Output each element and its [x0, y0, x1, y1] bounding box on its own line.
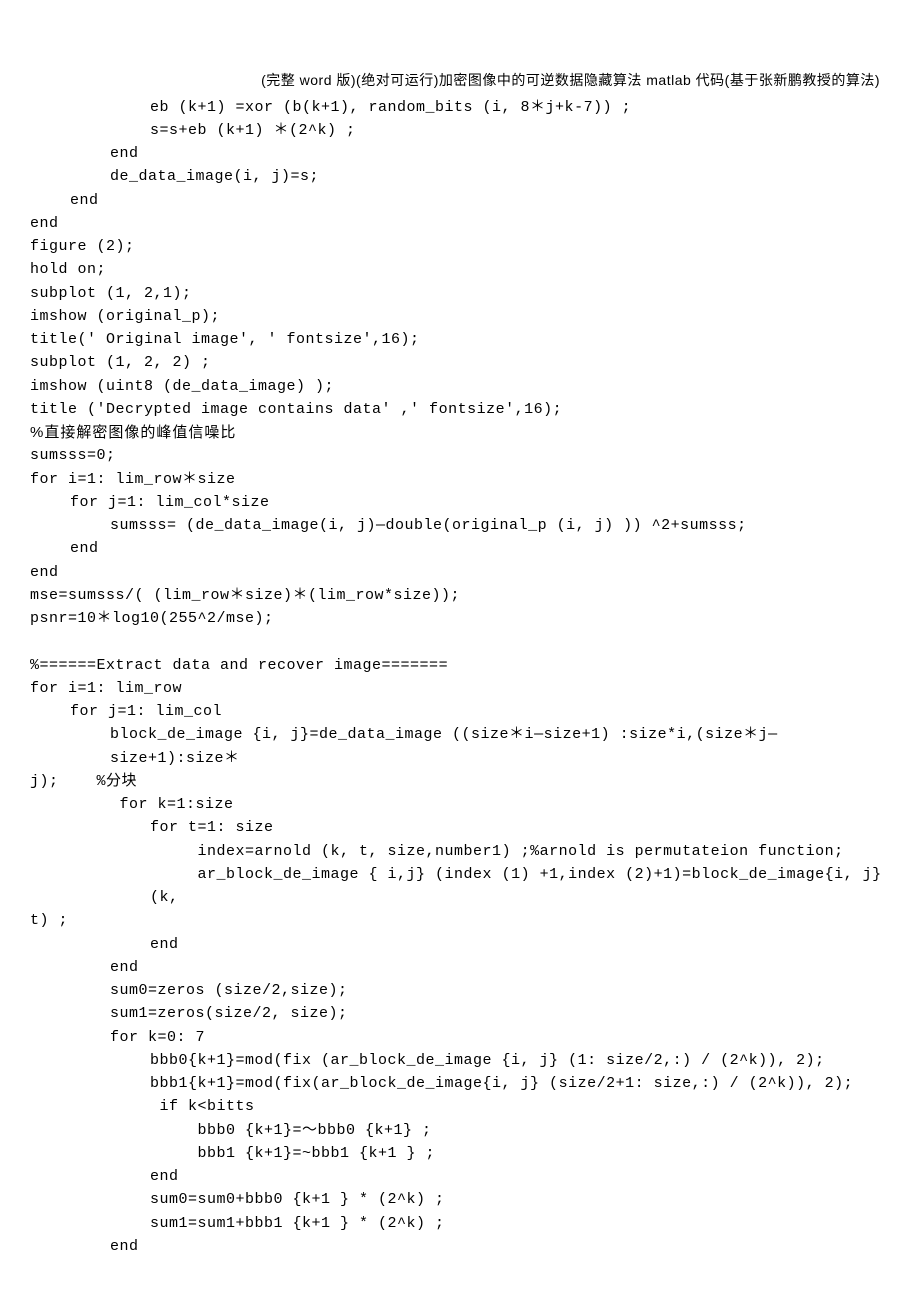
code-line: sum0=sum0+bbb0 {k+1 } * (2^k) ;	[30, 1188, 890, 1211]
code-line: sum1=zeros(size/2, size);	[30, 1002, 890, 1025]
code-line: sumsss= (de_data_image(i, j)—double(orig…	[30, 514, 890, 537]
code-line: if k<bitts	[30, 1095, 890, 1118]
code-line: mse=sumsss/( (lim_row＊size)＊(lim_row*siz…	[30, 584, 890, 607]
code-line: title ('Decrypted image contains data' ,…	[30, 398, 890, 421]
document-header: (完整 word 版)(绝对可运行)加密图像中的可逆数据隐藏算法 matlab …	[30, 70, 890, 92]
code-line: end	[30, 956, 890, 979]
code-line: psnr=10＊log10(255^2/mse);	[30, 607, 890, 630]
code-line: s=s+eb (k+1) ＊(2^k) ;	[30, 119, 890, 142]
code-line: end	[30, 1235, 890, 1258]
code-line: de_data_image(i, j)=s;	[30, 165, 890, 188]
header-text: (完整 word 版)(绝对可运行)加密图像中的可逆数据隐藏算法 matlab …	[261, 72, 880, 88]
code-line: end	[30, 142, 890, 165]
code-line: bbb0{k+1}=mod(fix (ar_block_de_image {i,…	[30, 1049, 890, 1072]
code-line: %直接解密图像的峰值信噪比	[30, 421, 890, 444]
code-line: subplot (1, 2, 2) ;	[30, 351, 890, 374]
code-line: for t=1: size	[30, 816, 890, 839]
code-line: sum1=sum1+bbb1 {k+1 } * (2^k) ;	[30, 1212, 890, 1235]
code-line: for i=1: lim_row＊size	[30, 468, 890, 491]
code-line: hold on;	[30, 258, 890, 281]
code-line: figure (2);	[30, 235, 890, 258]
code-line: for k=1:size	[30, 793, 890, 816]
code-line: for j=1: lim_col	[30, 700, 890, 723]
code-line: for k=0: 7	[30, 1026, 890, 1049]
code-line: for i=1: lim_row	[30, 677, 890, 700]
code-line: bbb1{k+1}=mod(fix(ar_block_de_image{i, j…	[30, 1072, 890, 1095]
code-line: sum0=zeros (size/2,size);	[30, 979, 890, 1002]
code-line: bbb1 {k+1}=~bbb1 {k+1 } ;	[30, 1142, 890, 1165]
code-line	[30, 630, 890, 653]
code-line: for j=1: lim_col*size	[30, 491, 890, 514]
code-block: eb (k+1) =xor (b(k+1), random_bits (i, 8…	[30, 96, 890, 1259]
code-line: block_de_image {i, j}=de_data_image ((si…	[30, 723, 890, 770]
code-line: end	[30, 212, 890, 235]
code-line: end	[30, 933, 890, 956]
code-line: end	[30, 189, 890, 212]
code-line: bbb0 {k+1}=～bbb0 {k+1} ;	[30, 1119, 890, 1142]
code-line: ar_block_de_image { i,j} (index (1) +1,i…	[30, 863, 890, 910]
code-line: t) ;	[30, 909, 890, 932]
code-line: title(' Original image', ' fontsize',16)…	[30, 328, 890, 351]
code-line: subplot (1, 2,1);	[30, 282, 890, 305]
code-line: end	[30, 1165, 890, 1188]
code-line: end	[30, 537, 890, 560]
code-line: index=arnold (k, t, size,number1) ;%arno…	[30, 840, 890, 863]
code-line: %======Extract data and recover image===…	[30, 654, 890, 677]
code-line: sumsss=0;	[30, 444, 890, 467]
code-line: end	[30, 561, 890, 584]
code-line: eb (k+1) =xor (b(k+1), random_bits (i, 8…	[30, 96, 890, 119]
code-line: j); %分块	[30, 770, 890, 793]
code-line: imshow (uint8 (de_data_image) );	[30, 375, 890, 398]
code-line: imshow (original_p);	[30, 305, 890, 328]
